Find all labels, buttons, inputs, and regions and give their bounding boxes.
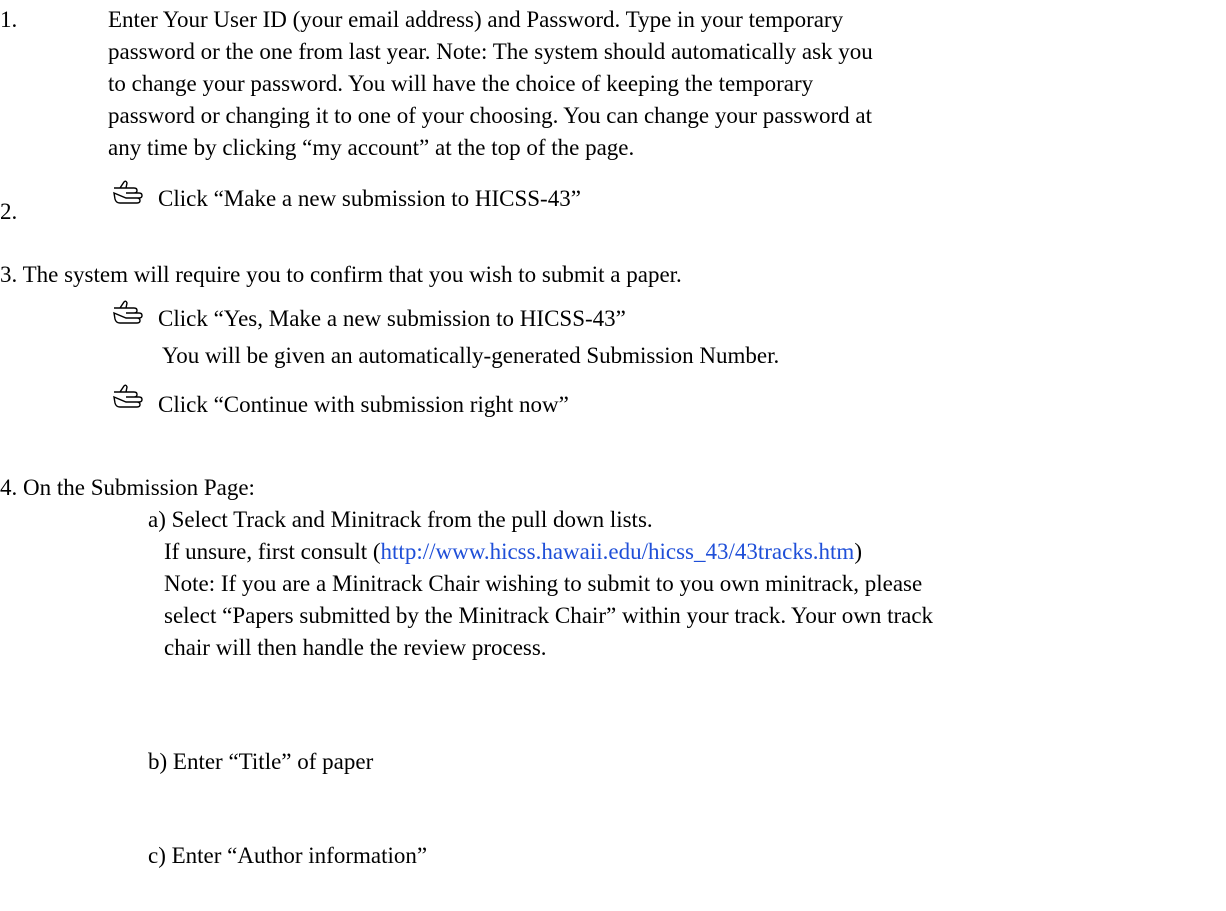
pointing-hand-icon — [112, 300, 148, 324]
step4-c: c) Enter “Author information” — [148, 843, 428, 868]
step3-click2: Click “Continue with submission right no… — [158, 392, 569, 417]
step1-text: Enter Your User ID (your email address) … — [108, 4, 1218, 164]
step3-text: 3. The system will require you to confir… — [0, 262, 682, 287]
pointing-hand-icon — [112, 384, 148, 408]
pointing-hand-icon — [112, 180, 148, 204]
step1-number: 1. — [0, 7, 18, 32]
step3-click1-note: You will be given an automatically-gener… — [162, 343, 780, 368]
step2-number: 2. — [0, 199, 18, 224]
step4-a-note-line: chair will then handle the review proces… — [164, 635, 547, 660]
step2-text: Click “Make a new submission to HICSS-43… — [158, 186, 581, 211]
step4-text: 4. On the Submission Page: — [0, 475, 255, 500]
step4-a-line2: If unsure, first consult (http://www.hic… — [164, 539, 862, 564]
step4-a-note-line: Note: If you are a Minitrack Chair wishi… — [164, 571, 923, 596]
document-page: 1. Enter Your User ID (your email addres… — [0, 0, 1226, 911]
step1-line: to change your password. You will have t… — [108, 71, 814, 96]
tracks-link[interactable]: http://www.hicss.hawaii.edu/hicss_43/43t… — [381, 539, 855, 564]
step4-b: b) Enter “Title” of paper — [148, 749, 374, 774]
step4-a: a) Select Track and Minitrack from the p… — [148, 504, 1218, 664]
step1-line: password or the one from last year. Note… — [108, 39, 873, 64]
step4-a-note-line: select “Papers submitted by the Minitrac… — [164, 603, 934, 628]
step1-line: password or changing it to one of your c… — [108, 103, 872, 128]
step4-a-line1: a) Select Track and Minitrack from the p… — [148, 507, 653, 532]
step1-line: any time by clicking “my account” at the… — [108, 135, 635, 160]
step3-click1: Click “Yes, Make a new submission to HIC… — [158, 306, 626, 331]
step1-line: Enter Your User ID (your email address) … — [108, 7, 844, 32]
